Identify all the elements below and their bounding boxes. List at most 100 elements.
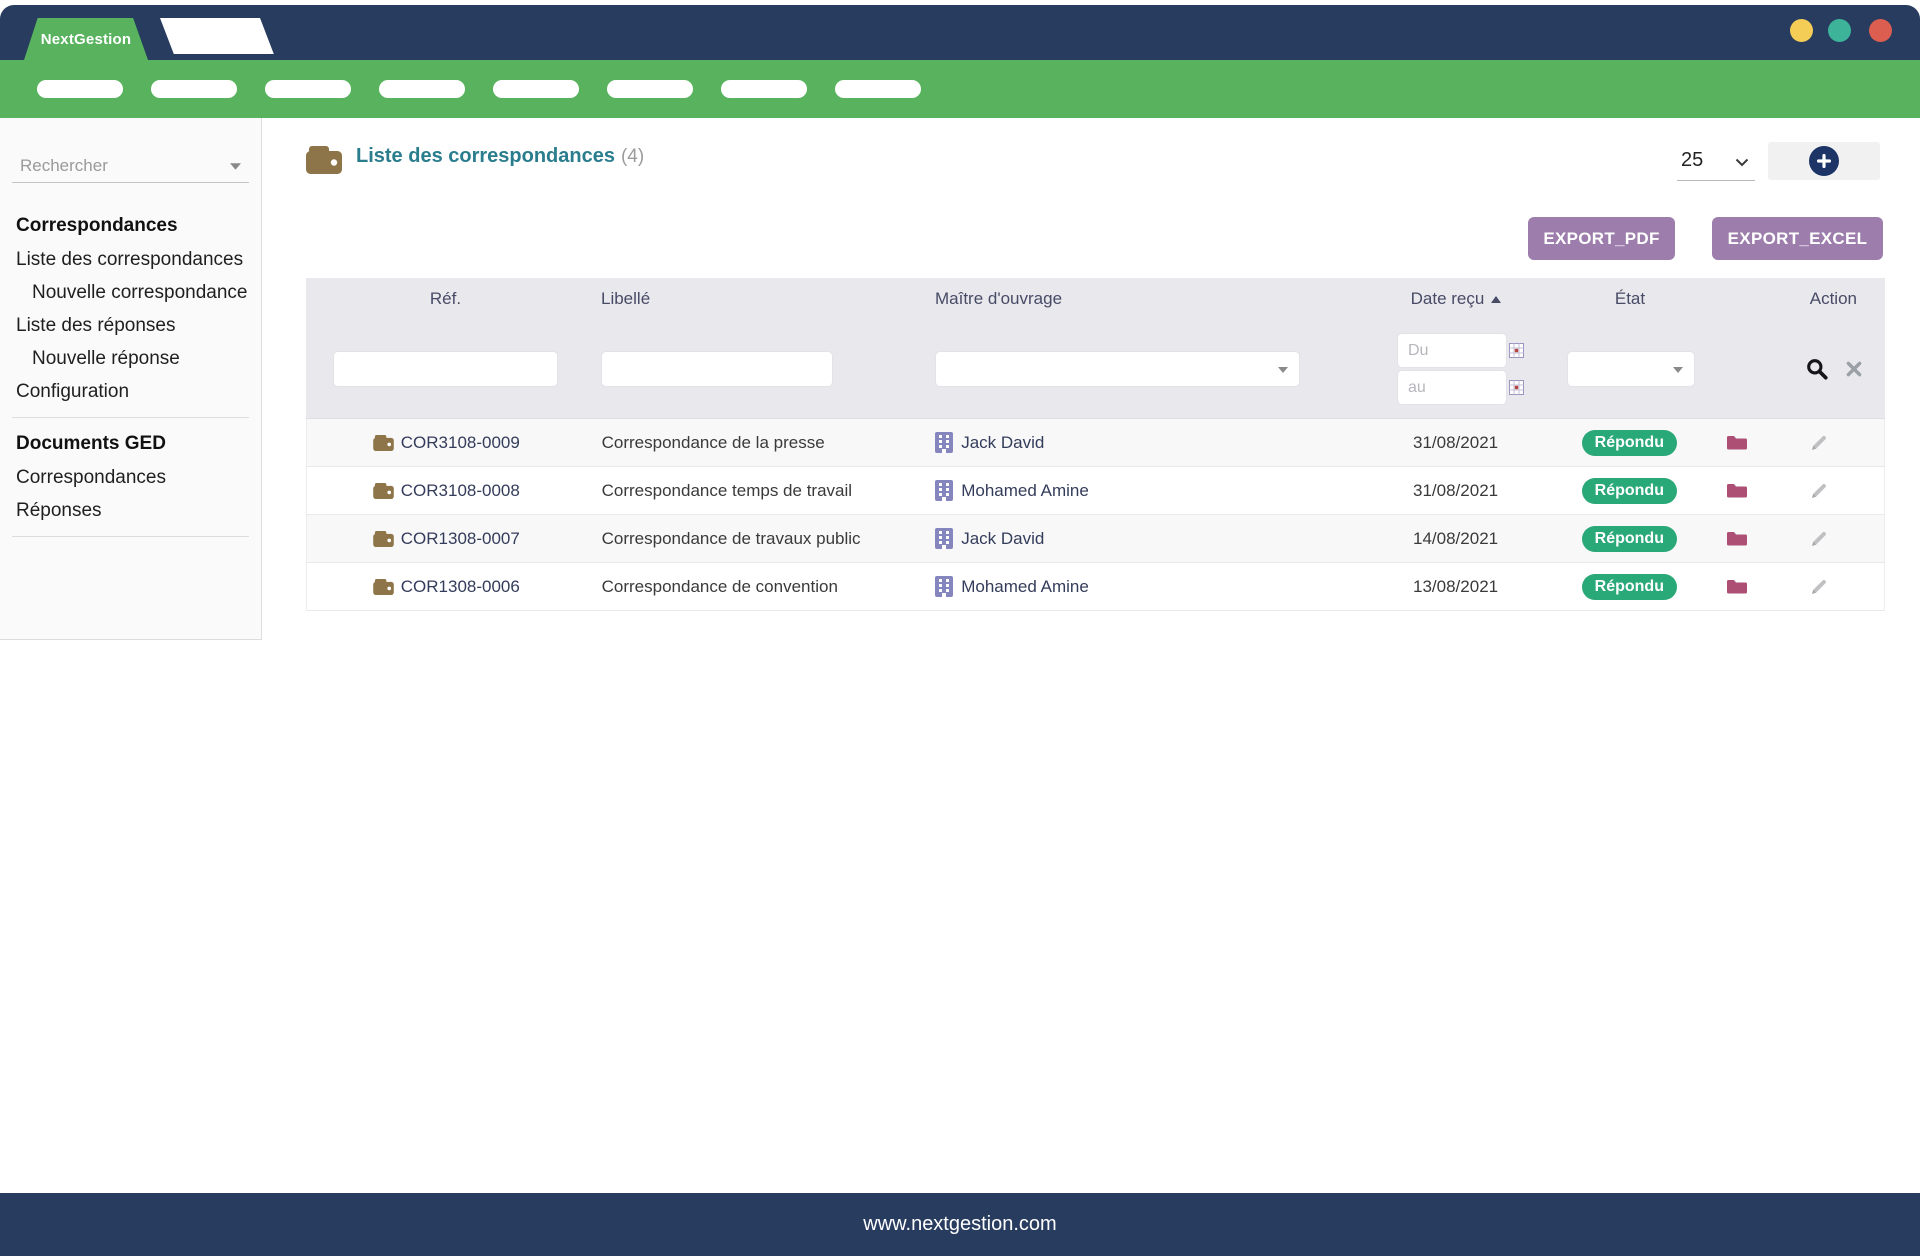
window-dot-red-icon[interactable] [1869,19,1892,42]
libelle-cell: Correspondance de convention [586,577,906,597]
add-correspondence-button[interactable] [1768,142,1880,180]
folder-icon[interactable] [1726,434,1748,451]
nav-pill-5[interactable] [493,80,579,98]
date-to-input[interactable] [1397,370,1507,405]
nav-pill-1[interactable] [37,80,123,98]
export-excel-button[interactable]: EXPORT_EXCEL [1712,217,1883,260]
main-nav [0,60,1920,118]
secondary-tab[interactable] [160,18,274,54]
ref-value: COR1308-0006 [401,577,520,597]
nav-pill-6[interactable] [607,80,693,98]
close-icon[interactable] [1845,360,1863,378]
brand-tab[interactable]: NextGestion [24,18,148,60]
column-header--tat[interactable]: État [1560,289,1700,309]
nav-pill-7[interactable] [721,80,807,98]
window-dot-yellow-icon[interactable] [1790,19,1813,42]
sidebar-search-select[interactable]: Rechercher [12,150,249,183]
title-bar: NextGestion [0,5,1920,60]
column-header-libell-[interactable]: Libellé [585,289,905,309]
pencil-icon[interactable] [1809,529,1829,549]
calendar-grid-icon[interactable] [1509,380,1524,395]
column-header-r-f-[interactable]: Réf. [306,289,585,309]
date-value: 14/08/2021 [1413,529,1498,549]
table-row: COR3108-0009Correspondance de la presseJ… [306,419,1885,467]
chevron-down-icon [1278,367,1288,373]
sidebar-item-correspondances[interactable]: Correspondances [0,461,261,494]
building-icon [935,432,953,453]
table-filter-row [306,320,1885,419]
wallet-icon [373,531,394,547]
pencil-icon[interactable] [1809,577,1829,597]
nav-pill-4[interactable] [379,80,465,98]
pencil-icon[interactable] [1809,481,1829,501]
table-row: COR1308-0006 Correspondance de convention… [306,563,1885,611]
date-cell: 14/08/2021 [1330,529,1560,549]
table-header-row: Réf.Libellé Maître d'ouvrage Date reçu État… [306,278,1885,320]
calendar-grid-icon[interactable] [1509,343,1524,358]
sidebar-item-configuration[interactable]: Configuration [0,375,261,408]
ref-value: COR1308-0007 [401,529,520,549]
status-badge: Répondu [1582,430,1677,456]
wallet-icon [373,579,394,595]
status-badge: Répondu [1582,526,1677,552]
app-window: NextGestion Rechercher CorrespondancesLi… [0,0,1920,1256]
search-icon[interactable] [1805,357,1829,381]
etat-cell: Répondu [1559,430,1699,456]
libelle-value: Correspondance temps de travail [602,481,852,501]
sidebar-item-nouvelle-r-ponse[interactable]: Nouvelle réponse [0,342,261,375]
maitre-cell: Jack David [905,432,1329,453]
date-from-input[interactable] [1397,333,1507,368]
page-title-text: Liste des correspondances [356,145,615,167]
folder-icon[interactable] [1726,578,1748,595]
action-cell [1699,433,1884,453]
plus-icon [1809,146,1839,176]
chevron-down-icon [230,163,249,170]
sidebar-item-nouvelle-correspondance[interactable]: Nouvelle correspondance [0,276,261,309]
sidebar-search-placeholder: Rechercher [12,156,108,176]
column-header-ma-tre-d-ouvrage[interactable]: Maître d'ouvrage [905,289,1330,309]
date-cell: 31/08/2021 [1330,481,1560,501]
nav-pill-2[interactable] [151,80,237,98]
status-badge: Répondu [1582,478,1677,504]
column-header-date-re-u[interactable]: Date reçu [1330,289,1560,309]
sidebar-item-r-ponses[interactable]: Réponses [0,494,261,527]
libelle-filter-input[interactable] [601,351,833,387]
page-size-select[interactable]: 25 [1677,146,1755,181]
ref-cell: COR3108-0009 [307,433,586,453]
sidebar-section-title: Correspondances [0,209,261,243]
sidebar-item-liste-des-r-ponses[interactable]: Liste des réponses [0,309,261,342]
nav-pill-3[interactable] [265,80,351,98]
column-header-label: Date reçu [1411,289,1485,309]
folder-icon[interactable] [1726,482,1748,499]
libelle-cell: Correspondance temps de travail [586,481,906,501]
export-pdf-button[interactable]: EXPORT_PDF [1528,217,1675,260]
pencil-icon[interactable] [1809,433,1829,453]
window-dot-teal-icon[interactable] [1828,19,1851,42]
nav-pill-8[interactable] [835,80,921,98]
ref-value: COR3108-0008 [401,481,520,501]
maitre-filter-select[interactable] [935,351,1300,387]
page-title: Liste des correspondances(4) [356,145,644,168]
wallet-icon [306,146,342,179]
building-icon [935,480,953,501]
column-header-label: État [1615,289,1645,309]
etat-cell: Répondu [1559,574,1699,600]
maitre-cell: Jack David [905,528,1329,549]
etat-cell: Répondu [1559,526,1699,552]
page-size-value: 25 [1681,149,1703,172]
sidebar-divider [12,536,249,537]
ref-filter-input[interactable] [333,351,558,387]
column-header-label: Action [1810,289,1857,309]
folder-icon[interactable] [1726,530,1748,547]
etat-cell: Répondu [1559,478,1699,504]
column-header-action[interactable]: Action [1700,289,1885,309]
wallet-icon [373,483,394,499]
date-cell: 31/08/2021 [1330,433,1560,453]
table-row: COR1308-0007Correspondance de travaux pu… [306,515,1885,563]
footer-url[interactable]: www.nextgestion.com [863,1213,1056,1236]
sidebar-item-liste-des-correspondances[interactable]: Liste des correspondances [0,243,261,276]
etat-filter-select[interactable] [1567,351,1695,387]
maitre-value: Mohamed Amine [961,577,1089,597]
column-header-label: Maître d'ouvrage [935,289,1062,309]
libelle-value: Correspondance de convention [602,577,838,597]
